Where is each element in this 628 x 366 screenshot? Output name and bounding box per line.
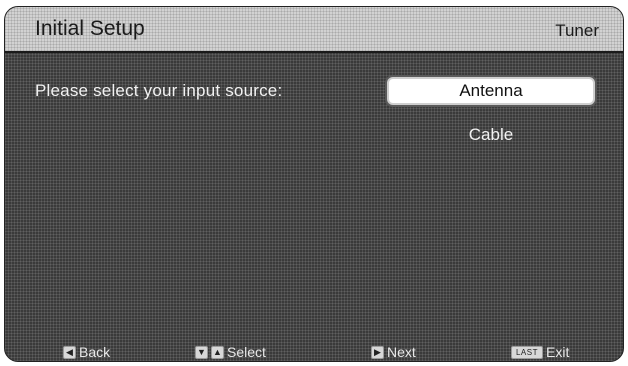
footer-hints: ◀ Back ▼ ▲ Select ▶ Next LAST Exit: [5, 343, 623, 361]
last-key-icon: LAST: [511, 345, 543, 359]
section-label: Tuner: [555, 21, 599, 40]
up-arrow-icon: ▲: [211, 345, 224, 359]
header-bar: Initial Setup Tuner: [5, 7, 623, 53]
select-label: Select: [227, 344, 266, 360]
right-arrow-icon: ▶: [371, 345, 384, 359]
option-cable[interactable]: Cable: [387, 121, 595, 149]
exit-label: Exit: [546, 344, 570, 360]
option-antenna[interactable]: Antenna: [387, 77, 595, 105]
down-arrow-icon: ▼: [195, 345, 208, 359]
exit-hint[interactable]: LAST Exit: [511, 343, 569, 361]
next-hint[interactable]: ▶ Next: [371, 343, 416, 361]
tv-menu-screen: Initial Setup Tuner Please select your i…: [4, 6, 624, 362]
back-label: Back: [79, 344, 111, 360]
left-arrow-icon: ◀: [63, 345, 76, 359]
page-title: Initial Setup: [35, 17, 145, 40]
back-hint[interactable]: ◀ Back: [63, 343, 110, 361]
input-source-prompt: Please select your input source:: [35, 81, 283, 100]
next-label: Next: [387, 344, 416, 360]
select-hint[interactable]: ▼ ▲ Select: [195, 343, 266, 361]
